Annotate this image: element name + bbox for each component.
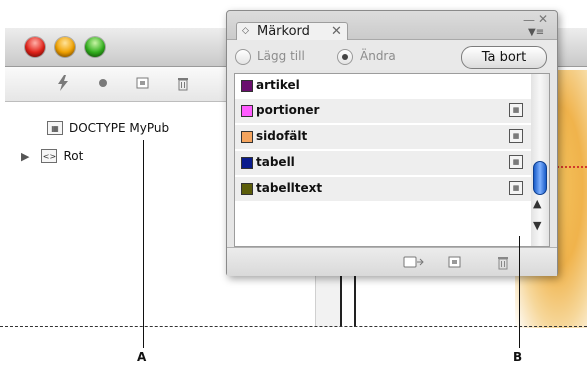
delete-tag-icon[interactable] [495, 254, 511, 274]
tag-row[interactable]: sidofält ▦ [235, 125, 531, 150]
map-tags-icon[interactable] [403, 254, 425, 274]
tag-row[interactable]: artikel [235, 74, 531, 99]
radio-add[interactable] [235, 49, 251, 65]
mapped-tag-icon: ▦ [509, 129, 523, 143]
mapped-tag-icon: ▦ [509, 103, 523, 117]
tag-row[interactable]: tabell ▦ [235, 151, 531, 176]
panel-tabstrip: ◇ Märkord ✕ — ✕ ▼≡ [227, 11, 557, 40]
tag-list: artikel portioner ▦ sidofält ▦ tabell ▦ … [234, 73, 532, 247]
close-window-icon[interactable] [25, 37, 45, 57]
callout-a-line [143, 140, 144, 348]
tag-row[interactable]: portioner ▦ [235, 99, 531, 124]
new-tag-icon[interactable] [447, 254, 463, 274]
scroll-down-icon[interactable]: ▼ [533, 219, 541, 232]
tag-name: portioner [256, 103, 320, 117]
tag-name: sidofält [256, 129, 308, 143]
tag-name: artikel [256, 78, 300, 92]
panel-menu-icon[interactable]: ▼≡ [528, 27, 544, 38]
tags-panel: ◇ Märkord ✕ — ✕ ▼≡ Lägg till Ändra Ta bo… [226, 10, 558, 276]
tag-name: tabelltext [256, 181, 323, 195]
radio-change[interactable] [337, 49, 353, 65]
remove-button[interactable]: Ta bort [461, 46, 547, 69]
tab-label: Märkord [257, 24, 310, 39]
minimize-window-icon[interactable] [55, 37, 75, 57]
scroll-up-icon[interactable]: ▲ [533, 197, 541, 210]
mapped-tag-icon: ▦ [509, 155, 523, 169]
root-label: Rot [63, 149, 84, 163]
tag-name: tabell [256, 155, 295, 169]
tag-color-swatch [241, 131, 253, 143]
dot-icon[interactable] [95, 75, 111, 91]
document-edge-lines [340, 275, 356, 327]
tab-markord[interactable]: ◇ Märkord ✕ [236, 22, 348, 40]
tag-color-swatch [241, 105, 253, 117]
radio-add-label: Lägg till [257, 49, 305, 63]
close-panel-icon[interactable]: ✕ [538, 12, 548, 26]
callout-b-label: B [513, 350, 523, 364]
root-row[interactable]: ▶ <> Rot [21, 146, 83, 166]
tag-mode-controls: Lägg till Ändra Ta bort [227, 40, 557, 70]
tag-row[interactable]: tabelltext ▦ [235, 177, 531, 202]
collapse-panel-icon[interactable]: — [523, 13, 535, 27]
callout-a-label: A [137, 350, 147, 364]
zoom-window-icon[interactable] [85, 37, 105, 57]
element-icon: <> [41, 149, 58, 163]
scrollbar-thumb[interactable] [533, 161, 547, 195]
tag-icon: ▦ [47, 121, 63, 135]
tag-color-swatch [241, 80, 253, 92]
panel-footer [227, 247, 557, 276]
lightning-icon[interactable] [55, 75, 71, 91]
tag-color-swatch [241, 183, 253, 195]
tag-color-swatch [241, 157, 253, 169]
mapped-tag-icon: ▦ [509, 181, 523, 195]
tab-grip-icon: ◇ [242, 26, 249, 36]
close-icon[interactable]: ✕ [331, 23, 342, 40]
trash-icon[interactable] [175, 75, 191, 91]
doctype-row[interactable]: ▦ DOCTYPE MyPub [47, 118, 169, 138]
doctype-label: DOCTYPE MyPub [69, 121, 170, 135]
radio-selected-dot [342, 54, 348, 60]
crop-line [0, 326, 587, 327]
callout-b-line [519, 236, 520, 348]
new-element-icon[interactable] [135, 75, 151, 91]
disclosure-triangle-icon[interactable]: ▶ [21, 150, 29, 163]
radio-change-label: Ändra [360, 49, 396, 63]
